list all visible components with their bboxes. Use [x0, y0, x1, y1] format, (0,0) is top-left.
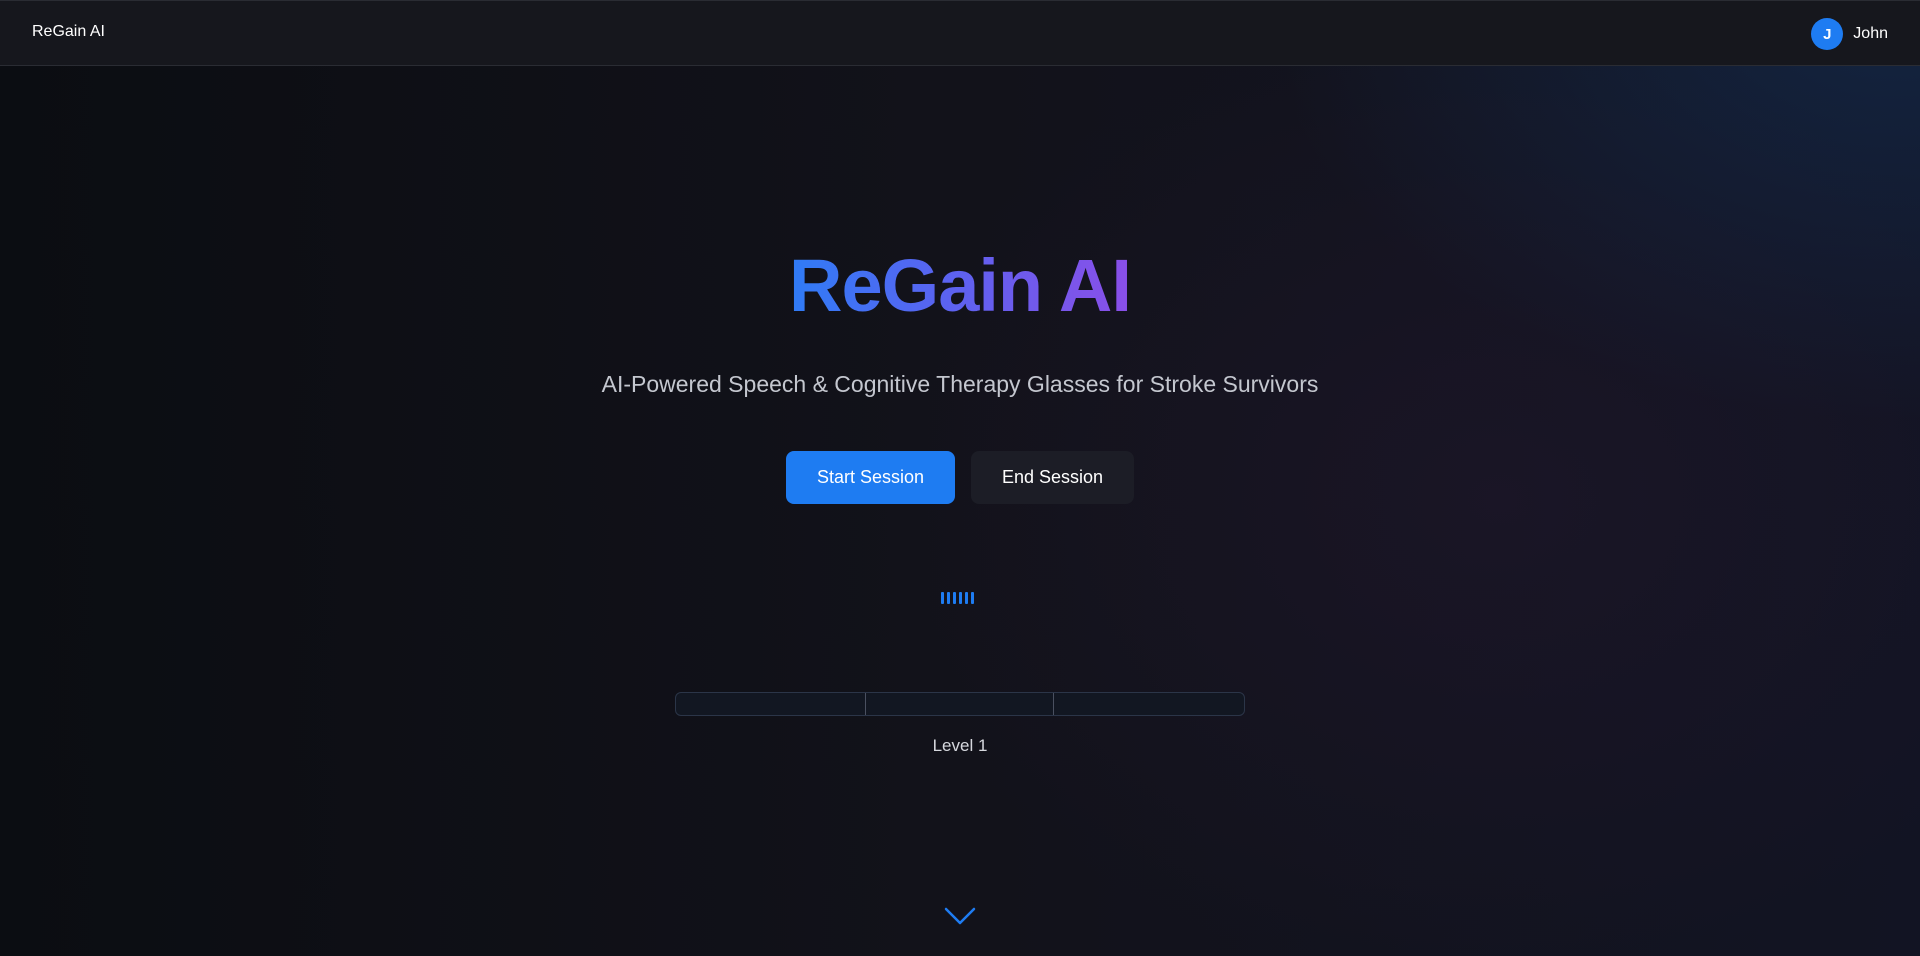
- audio-wave-bar: [947, 592, 950, 604]
- level-progress-bar: [675, 692, 1245, 716]
- progress-segment-divider: [865, 693, 866, 715]
- hero-title: ReGain AI: [0, 243, 1920, 328]
- audio-wave-bar: [971, 592, 974, 604]
- hero-subtitle: AI-Powered Speech & Cognitive Therapy Gl…: [601, 371, 1319, 397]
- avatar[interactable]: J: [1811, 18, 1844, 50]
- level-label: Level 1: [932, 736, 988, 755]
- session-actions: Start Session End Session: [0, 451, 1920, 504]
- end-session-button[interactable]: End Session: [971, 451, 1134, 504]
- top-nav-bar: ReGain AI J John: [0, 0, 1920, 66]
- audio-wave-icon: [941, 592, 974, 604]
- audio-wave-bar: [941, 592, 944, 604]
- audio-wave-bar: [959, 592, 962, 604]
- audio-wave-bar: [965, 592, 968, 604]
- audio-wave-bar: [953, 592, 956, 604]
- brand-logo-text[interactable]: ReGain AI: [32, 23, 105, 41]
- user-menu[interactable]: J John: [1811, 18, 1888, 50]
- user-name[interactable]: John: [1853, 25, 1888, 43]
- start-session-button[interactable]: Start Session: [786, 451, 955, 504]
- hero-title-text: ReGain AI: [789, 244, 1132, 327]
- chevron-down-icon[interactable]: [943, 905, 977, 927]
- progress-segment-divider: [1053, 693, 1054, 715]
